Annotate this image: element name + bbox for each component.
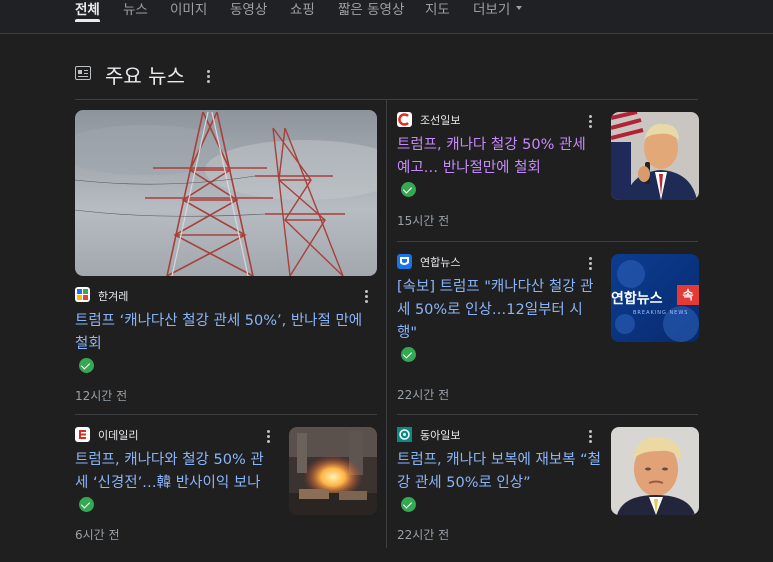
article-headline[interactable]: 트럼프 ‘캐나다산 철강 관세 50%’, 반나절 만에 철회: [75, 310, 375, 356]
breaking-news-label: BREAKING NEWS: [633, 310, 689, 316]
divider: [397, 414, 698, 415]
divider: [397, 241, 698, 242]
article-thumbnail-trump-portrait[interactable]: [611, 427, 699, 515]
news-card[interactable]: 조선일보 트럼프, 캐나다 철강 50% 관세 예고… 반나절만에 철회 15시…: [397, 110, 699, 232]
breaking-badge: 속: [677, 285, 699, 305]
article-time: 6시간 전: [75, 528, 120, 542]
news-card[interactable]: 이데일리 트럼프, 캐나다와 철강 50% 관세 ‘신경전’…韓 반사이익 보나…: [75, 425, 377, 547]
active-tab-indicator: [75, 19, 100, 22]
section-title: 주요 뉴스: [105, 64, 185, 88]
transmission-towers-image: [75, 110, 377, 276]
news-card[interactable]: 동아일보 트럼프, 캐나다 보복에 재보복 “철강 관세 50%로 인상” 22…: [397, 425, 699, 547]
news-card[interactable]: 연합뉴스 [속보] 트럼프 "캐나다산 철강 관세 50%로 인상…12일부터 …: [397, 252, 699, 407]
verified-check-icon: [401, 347, 416, 362]
source-name: 조선일보: [420, 114, 461, 127]
hankyoreh-logo: [75, 287, 90, 302]
article-thumbnail-yonhap-banner[interactable]: 연합뉴스 속 BREAKING NEWS: [611, 254, 699, 342]
source-name: 연합뉴스: [420, 256, 461, 269]
tab-news[interactable]: 뉴스: [123, 0, 148, 18]
article-more-options-icon[interactable]: [589, 115, 593, 130]
tab-short-videos[interactable]: 짧은 동영상: [338, 0, 404, 18]
tab-all[interactable]: 전체: [75, 0, 100, 18]
verified-check-icon: [401, 182, 416, 197]
verified-check-icon: [79, 497, 94, 512]
verified-check-icon: [401, 497, 416, 512]
article-time: 22시간 전: [397, 388, 450, 402]
search-tabs-bar: 전체 뉴스 이미지 동영상 쇼핑 짧은 동영상 지도 더보기: [0, 0, 773, 34]
yonhap-logo: [397, 254, 412, 269]
steel-furnace-image: [289, 427, 377, 515]
tab-more-label: 더보기: [473, 2, 511, 18]
newspaper-icon: [75, 66, 91, 80]
trump-portrait-image: [611, 427, 699, 515]
article-time: 22시간 전: [397, 528, 450, 542]
trump-speaking-image: [611, 112, 699, 200]
article-headline[interactable]: 트럼프, 캐나다와 철강 50% 관세 ‘신경전’…韓 반사이익 보나: [75, 449, 275, 495]
tab-videos[interactable]: 동영상: [230, 0, 267, 18]
article-thumbnail-towers[interactable]: [75, 110, 377, 276]
article-headline[interactable]: 트럼프, 캐나다 보복에 재보복 “철강 관세 50%로 인상”: [397, 449, 602, 495]
tab-maps[interactable]: 지도: [425, 0, 450, 18]
chosun-logo: [397, 112, 412, 127]
article-thumbnail-trump-speaking[interactable]: [611, 112, 699, 200]
article-more-options-icon[interactable]: [589, 430, 593, 445]
source-name: 이데일리: [98, 429, 139, 442]
donga-logo: [397, 427, 412, 442]
news-card-featured[interactable]: 한겨레 트럼프 ‘캐나다산 철강 관세 50%’, 반나절 만에 철회 12시간…: [75, 110, 377, 408]
tab-shopping[interactable]: 쇼핑: [290, 0, 315, 18]
divider: [75, 414, 377, 415]
source-name: 한겨레: [98, 290, 129, 303]
section-more-options-icon[interactable]: [207, 70, 211, 85]
article-time: 15시간 전: [397, 214, 450, 228]
article-more-options-icon[interactable]: [365, 290, 369, 305]
edaily-logo: [75, 427, 90, 442]
column-divider: [386, 100, 387, 548]
article-headline[interactable]: 트럼프, 캐나다 철강 50% 관세 예고… 반나절만에 철회: [397, 134, 597, 180]
banner-title: 연합뉴스: [611, 291, 663, 307]
tab-images[interactable]: 이미지: [170, 0, 207, 18]
source-name: 동아일보: [420, 429, 461, 442]
tab-more[interactable]: 더보기: [473, 0, 523, 18]
verified-check-icon: [79, 358, 94, 373]
article-time: 12시간 전: [75, 389, 128, 403]
article-more-options-icon[interactable]: [267, 430, 271, 445]
article-more-options-icon[interactable]: [589, 257, 593, 272]
chevron-down-icon: [516, 6, 523, 10]
article-thumbnail-furnace[interactable]: [289, 427, 377, 515]
article-headline[interactable]: [속보] 트럼프 "캐나다산 철강 관세 50%로 인상…12일부터 시행": [397, 276, 602, 345]
